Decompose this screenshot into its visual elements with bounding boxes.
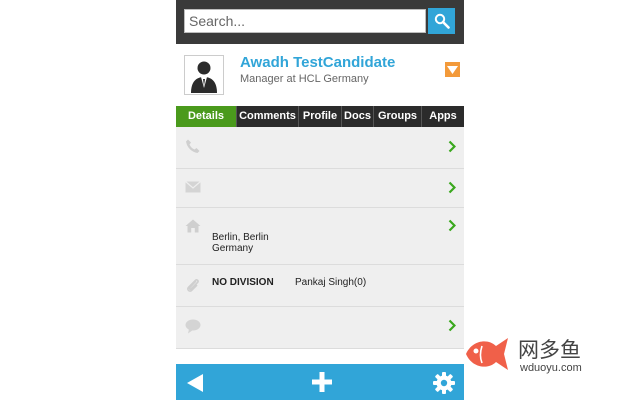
mobile-app: Search... Awadh TestCandidate Manager at… [176, 0, 464, 400]
watermark-cn: 网多鱼 [518, 338, 581, 362]
address-line-1: Berlin, Berlin [212, 232, 269, 243]
chevron-right-icon[interactable] [448, 140, 456, 153]
phone-row[interactable] [176, 127, 464, 169]
speech-bubble-icon [185, 319, 201, 334]
search-bar: Search... [176, 0, 464, 44]
chevron-right-icon[interactable] [448, 319, 456, 332]
bottom-toolbar [176, 364, 464, 400]
gear-icon[interactable] [433, 372, 455, 394]
tab-groups[interactable]: Groups [373, 106, 421, 127]
paperclip-icon [187, 279, 199, 292]
add-icon[interactable] [312, 372, 332, 392]
tab-comments[interactable]: Comments [236, 106, 298, 127]
tab-profile[interactable]: Profile [298, 106, 341, 127]
chevron-right-icon[interactable] [448, 181, 456, 194]
chevron-right-icon[interactable] [448, 219, 456, 232]
candidate-header: Awadh TestCandidate Manager at HCL Germa… [176, 44, 464, 106]
watermark-logo: 网多鱼 wduoyu.com [462, 330, 602, 378]
avatar [184, 55, 224, 95]
back-arrow-icon[interactable] [186, 373, 204, 393]
owner-name[interactable]: Pankaj Singh(0) [295, 277, 366, 288]
tab-apps[interactable]: Apps [421, 106, 464, 127]
person-icon [191, 61, 217, 93]
tab-docs[interactable]: Docs [341, 106, 373, 127]
candidate-name[interactable]: Awadh TestCandidate [240, 54, 395, 71]
tab-bar: Details Comments Profile Docs Groups App… [176, 106, 464, 127]
address-line-2: Germany [212, 243, 254, 254]
email-row[interactable] [176, 169, 464, 208]
fish-logo-icon [466, 338, 508, 370]
triangle-down-icon [447, 65, 458, 74]
search-input[interactable]: Search... [184, 9, 426, 33]
phone-icon [186, 139, 200, 153]
address-row[interactable]: Berlin, Berlin Germany [176, 208, 464, 265]
search-icon [434, 13, 450, 29]
division-row: NO DIVISION Pankaj Singh(0) [176, 265, 464, 307]
search-button[interactable] [428, 8, 455, 34]
candidate-title: Manager at HCL Germany [240, 73, 369, 85]
home-icon [185, 219, 201, 233]
mail-icon [185, 181, 201, 193]
actions-dropdown[interactable] [445, 62, 460, 77]
division-label: NO DIVISION [212, 277, 274, 288]
tab-details[interactable]: Details [176, 106, 236, 127]
watermark-url: wduoyu.com [520, 362, 582, 374]
comment-row[interactable] [176, 307, 464, 349]
